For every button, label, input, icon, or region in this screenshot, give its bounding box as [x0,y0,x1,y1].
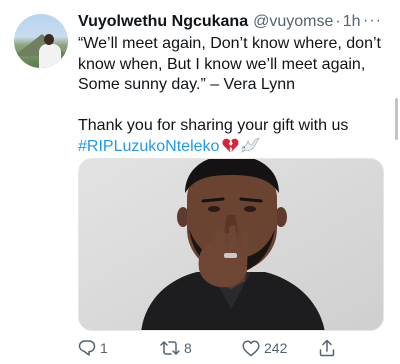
tweet-text-line: Some sunny day.” – Vera Lynn [78,76,296,93]
tweet-text: “We’ll meet again, Don’t know where, don… [78,34,394,158]
hashtag-line: #RIPLuzukoNteleko [78,136,394,158]
retweet-button[interactable]: 8 [160,338,192,358]
broken-heart-icon [222,138,239,153]
tweet-text-line: Thank you for sharing your gift with us [78,116,349,134]
tweet-photo[interactable] [78,158,384,331]
tweet-header: Vuyolwethu Ngcukana @vuyomse · 1h ··· [78,11,386,33]
tweet-actions: 1 8 242 [78,338,384,358]
reply-button[interactable]: 1 [78,338,108,358]
scrollbar[interactable] [395,98,398,140]
hashtag-link[interactable]: #RIPLuzukoNteleko [78,138,219,155]
share-icon [319,339,335,357]
avatar[interactable] [14,14,68,68]
retweet-count: 8 [184,340,192,356]
tweet-time[interactable]: 1h [343,13,361,31]
like-button[interactable]: 242 [242,338,287,358]
more-options-icon[interactable]: ··· [363,13,382,29]
heart-icon [242,340,260,356]
avatar-person-head [44,34,54,45]
tweet-text-line: “We’ll meet again, Don’t know where, don… [78,35,381,52]
tweet-card[interactable]: Vuyolwethu Ngcukana @vuyomse · 1h ··· “W… [0,0,400,364]
author-handle[interactable]: @vuyomse [253,13,333,31]
share-button[interactable] [318,338,336,358]
avatar-person-body [39,44,61,68]
like-count: 242 [264,340,288,356]
separator-dot: · [335,13,341,30]
author-name[interactable]: Vuyolwethu Ngcukana [78,13,248,31]
reply-count: 1 [100,340,108,356]
tweet-text-line: know when, But I know we’ll meet again, [78,55,366,73]
dove-icon [240,137,261,153]
reply-icon [78,340,96,356]
retweet-icon [160,341,180,355]
